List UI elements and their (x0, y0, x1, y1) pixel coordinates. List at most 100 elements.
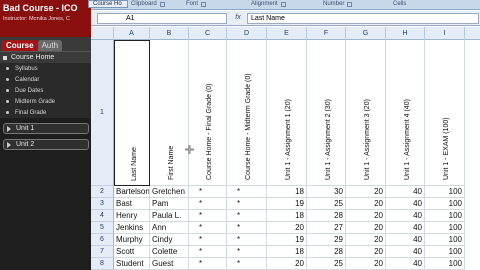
table-cell[interactable]: 25 (307, 258, 346, 270)
header-cell[interactable]: Unit 1 - EXAM (100) (425, 40, 465, 186)
table-cell[interactable]: 40 (386, 198, 425, 210)
table-cell[interactable]: 40 (386, 210, 425, 222)
ribbon-group-clipboard[interactable]: Clipboard (131, 1, 165, 7)
row-header[interactable]: 4 (91, 210, 114, 222)
column-header-a[interactable]: A (114, 27, 150, 40)
table-cell[interactable]: 18 (267, 186, 307, 198)
table-cell[interactable]: Murphy (114, 234, 150, 246)
table-cell[interactable]: 40 (386, 186, 425, 198)
column-header-f[interactable]: F (307, 27, 346, 40)
table-cell[interactable]: * (227, 246, 267, 258)
table-cell[interactable]: * (227, 258, 267, 270)
row-header[interactable]: 1 (91, 40, 114, 186)
table-cell[interactable]: 29 (307, 234, 346, 246)
table-cell[interactable]: Student (114, 258, 150, 270)
table-cell[interactable]: 27 (307, 222, 346, 234)
table-cell[interactable]: * (227, 186, 267, 198)
row-header[interactable]: 5 (91, 222, 114, 234)
table-cell[interactable]: 100 (425, 186, 465, 198)
table-cell[interactable]: * (189, 210, 227, 222)
header-cell[interactable]: Unit 1 - Assignment 2 (30) (307, 40, 346, 186)
table-cell[interactable]: Pam (150, 198, 189, 210)
unit-1-toggle[interactable]: Unit 1 (3, 123, 89, 134)
column-header-c[interactable]: C (189, 27, 227, 40)
menu-item-final-grade[interactable]: Final Grade (0, 107, 91, 118)
table-cell[interactable]: Paula L. (150, 210, 189, 222)
table-cell[interactable]: Henry (114, 210, 150, 222)
table-cell[interactable]: 30 (307, 186, 346, 198)
table-cell[interactable]: 40 (386, 234, 425, 246)
table-cell[interactable]: Gretchen (150, 186, 189, 198)
table-cell[interactable]: 28 (307, 210, 346, 222)
table-cell[interactable]: Ann (150, 222, 189, 234)
table-cell[interactable]: 20 (346, 186, 386, 198)
table-cell[interactable]: * (189, 198, 227, 210)
row-header[interactable]: 8 (91, 258, 114, 270)
table-cell[interactable]: * (227, 210, 267, 222)
tab-author[interactable]: Auth (37, 40, 63, 51)
table-cell[interactable]: Bartelson (114, 186, 150, 198)
row-header[interactable]: 2 (91, 186, 114, 198)
table-cell[interactable]: Colette (150, 246, 189, 258)
table-cell[interactable]: 20 (346, 246, 386, 258)
table-cell[interactable]: 40 (386, 258, 425, 270)
table-cell[interactable]: * (227, 222, 267, 234)
table-cell[interactable]: 25 (307, 198, 346, 210)
table-cell[interactable]: 20 (346, 222, 386, 234)
header-cell[interactable]: Last Name (114, 40, 150, 186)
table-cell[interactable]: 28 (307, 246, 346, 258)
table-cell[interactable]: * (189, 186, 227, 198)
table-cell[interactable]: 20 (267, 258, 307, 270)
dialog-launcher-icon[interactable] (280, 1, 286, 7)
header-cell[interactable]: First Name (150, 40, 189, 186)
table-cell[interactable]: Scott (114, 246, 150, 258)
worksheet-grid[interactable]: ABCDEFGHI 1 Last Name First Name Course Hom… (91, 27, 480, 270)
table-cell[interactable]: 40 (386, 222, 425, 234)
column-header-g[interactable]: G (346, 27, 386, 40)
dialog-launcher-icon[interactable] (159, 1, 165, 7)
column-header-d[interactable]: D (227, 27, 267, 40)
ribbon-group-alignment[interactable]: Alignment (251, 1, 286, 7)
select-all-corner[interactable] (91, 27, 114, 40)
table-cell[interactable]: 20 (346, 210, 386, 222)
table-cell[interactable]: 18 (267, 210, 307, 222)
column-header-b[interactable]: B (150, 27, 189, 40)
table-cell[interactable]: 20 (346, 198, 386, 210)
row-header[interactable]: 3 (91, 198, 114, 210)
row-header[interactable]: 6 (91, 234, 114, 246)
tab-course[interactable]: Course (2, 40, 38, 51)
table-cell[interactable]: Bast (114, 198, 150, 210)
column-header-i[interactable]: I (425, 27, 465, 40)
table-cell[interactable]: * (227, 234, 267, 246)
table-cell[interactable]: 18 (267, 246, 307, 258)
header-cell[interactable]: Course Home - Midterm Grade (0) (227, 40, 267, 186)
table-cell[interactable]: Cindy (150, 234, 189, 246)
window-tab[interactable]: Course Ho (88, 0, 128, 8)
table-cell[interactable]: * (189, 222, 227, 234)
ribbon-group-font[interactable]: Font (186, 1, 207, 7)
row-header[interactable]: 7 (91, 246, 114, 258)
table-cell[interactable]: * (227, 198, 267, 210)
header-cell[interactable]: Unit 1 - Assignment 4 (40) (386, 40, 425, 186)
table-cell[interactable]: 20 (267, 222, 307, 234)
table-cell[interactable]: Jenkins (114, 222, 150, 234)
table-cell[interactable]: 100 (425, 234, 465, 246)
course-home-section[interactable]: Course Home (0, 52, 91, 63)
table-cell[interactable]: 100 (425, 210, 465, 222)
name-box[interactable]: A1 (97, 13, 227, 24)
formula-input[interactable]: Last Name (247, 13, 479, 24)
ribbon-group-cells[interactable]: Cells (393, 1, 406, 7)
table-cell[interactable]: 19 (267, 234, 307, 246)
dialog-launcher-icon[interactable] (201, 1, 207, 7)
header-cell[interactable]: Course Home - Final Grade (0) (189, 40, 227, 186)
table-cell[interactable]: 20 (346, 258, 386, 270)
table-cell[interactable]: 40 (386, 246, 425, 258)
menu-item-midterm-grade[interactable]: Midterm Grade (0, 96, 91, 107)
table-cell[interactable]: 20 (346, 234, 386, 246)
header-cell[interactable]: Unit 1 - Assignment 1 (20) (267, 40, 307, 186)
header-cell[interactable]: Unit 1 - Assignment 3 (20) (346, 40, 386, 186)
table-cell[interactable]: * (189, 246, 227, 258)
table-cell[interactable]: 100 (425, 198, 465, 210)
column-header-e[interactable]: E (267, 27, 307, 40)
table-cell[interactable]: 19 (267, 198, 307, 210)
